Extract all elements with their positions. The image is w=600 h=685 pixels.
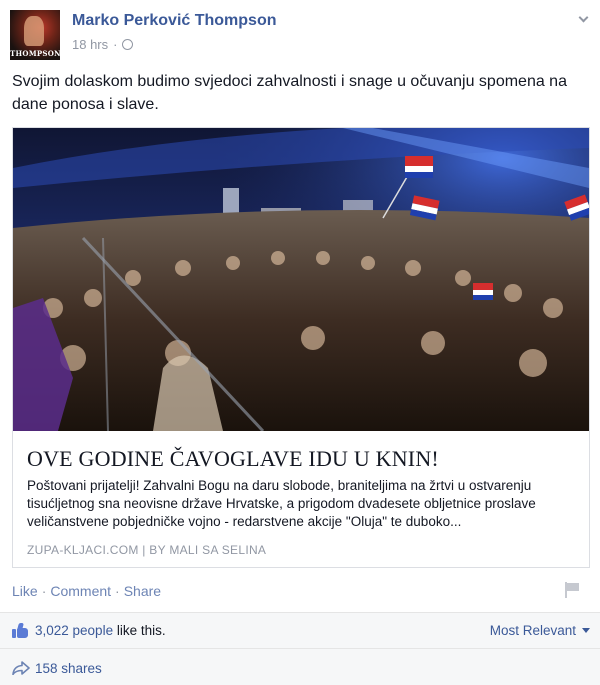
thumbs-up-icon [12, 623, 29, 638]
actions-separator: · [115, 583, 120, 599]
likes-summary: 3,022 people like this. [35, 623, 166, 638]
facebook-post: THOMPSON Marko Perković Thompson 18 hrs … [0, 0, 600, 685]
share-button[interactable]: Share [124, 583, 161, 599]
post-meta: 18 hrs · [72, 37, 134, 52]
link-description: Poštovani prijatelji! Zahvalni Bogu na d… [27, 478, 536, 529]
avatar-logo-text: THOMPSON [10, 49, 60, 58]
like-button[interactable]: Like [12, 583, 38, 599]
link-preview-image[interactable] [13, 128, 589, 431]
meta-separator: · [113, 37, 118, 52]
post-footer: 3,022 people like this. Most Relevant 15… [0, 612, 600, 685]
avatar-figure [24, 16, 44, 46]
link-title[interactable]: OVE GODINE ČAVOGLAVE IDU U KNIN! [27, 446, 582, 472]
globe-icon [122, 39, 134, 50]
actions-separator: · [41, 583, 47, 599]
post-actions: Like · Comment · Share [12, 583, 161, 599]
sort-label: Most Relevant [489, 623, 576, 638]
shares-row: 158 shares [0, 650, 600, 685]
link-preview-card[interactable]: OVE GODINE ČAVOGLAVE IDU U KNIN! Poštova… [12, 127, 590, 568]
link-source: ZUPA-KLJACI.COM | BY MALI SA SELINA [27, 543, 267, 557]
flag-cloth [567, 583, 579, 591]
post-message: Svojim dolaskom budimo svjedoci zahvalno… [12, 73, 567, 113]
concert-crowd-photo [13, 128, 589, 431]
flag-icon[interactable] [564, 582, 580, 598]
post-options-button[interactable] [574, 10, 592, 28]
post-timestamp[interactable]: 18 hrs [72, 37, 108, 52]
likes-suffix: like this. [113, 623, 166, 638]
share-arrow-icon [12, 661, 30, 675]
caret-down-icon [582, 628, 590, 633]
author-name[interactable]: Marko Perković Thompson [72, 12, 277, 30]
likes-count-link[interactable]: 3,022 people [35, 623, 113, 638]
chevron-down-icon [578, 12, 588, 22]
author-avatar[interactable]: THOMPSON [10, 10, 60, 60]
comment-button[interactable]: Comment [50, 583, 111, 599]
sort-comments-dropdown[interactable]: Most Relevant [490, 623, 590, 638]
likes-row: 3,022 people like this. Most Relevant [0, 613, 600, 649]
shares-count-link[interactable]: 158 shares [35, 661, 102, 676]
